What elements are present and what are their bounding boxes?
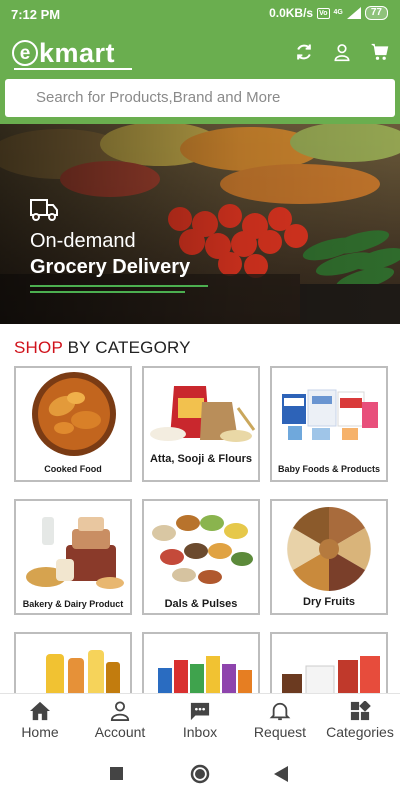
- category-tile-oils[interactable]: [14, 632, 132, 702]
- banner-underline: [30, 285, 208, 287]
- category-tile-baby-foods[interactable]: Baby Foods & Products: [270, 366, 388, 482]
- logo-wordmark: kmart: [39, 38, 116, 68]
- snacks-image: [282, 656, 380, 700]
- banner-line-1: On-demand: [30, 230, 136, 252]
- bottom-navigation: Home Account Inbox Request Categories: [0, 693, 400, 748]
- grid-icon: [350, 701, 371, 721]
- nav-label: Home: [21, 724, 59, 740]
- banner-underline: [30, 291, 185, 293]
- category-label: Dals & Pulses: [164, 598, 238, 610]
- category-label: Atta, Sooji & Flours: [149, 453, 253, 465]
- category-tile-bakery-dairy[interactable]: Bakery & Dairy Product: [14, 499, 132, 615]
- category-label: Baby Foods & Products: [277, 464, 380, 474]
- category-tile-dry-fruits[interactable]: Dry Fruits: [270, 499, 388, 615]
- system-navigation-bar: [0, 747, 400, 800]
- recent-apps-icon[interactable]: [110, 767, 123, 780]
- account-icon[interactable]: [332, 42, 352, 62]
- search-area: Search for Products,Brand and More: [0, 78, 400, 124]
- nav-label: Request: [253, 724, 307, 740]
- oil-bottles-image: [46, 650, 120, 700]
- section-title-text: BY CATEGORY: [62, 338, 191, 357]
- logo-e-mark: e: [12, 40, 38, 66]
- banner-line-2: Grocery Delivery: [30, 256, 191, 278]
- dals-image: [152, 515, 253, 584]
- category-tile-cooked-food[interactable]: Cooked Food: [14, 366, 132, 482]
- chat-icon: [190, 702, 210, 721]
- nav-label: Inbox: [182, 724, 218, 740]
- cart-icon[interactable]: [370, 42, 390, 62]
- logo-underline: [14, 68, 132, 70]
- signal-icon: [346, 7, 361, 19]
- category-tile-atta-sooji-flours[interactable]: Atta, Sooji & Flours: [142, 366, 260, 482]
- home-icon: [30, 701, 50, 721]
- nav-item-account[interactable]: Account: [80, 694, 160, 748]
- volte-badge: Vo: [317, 7, 330, 19]
- nav-label: Categories: [326, 724, 394, 740]
- bell-icon: [269, 702, 291, 721]
- signal-label: 4G: [333, 9, 343, 16]
- nav-item-categories[interactable]: Categories: [320, 694, 400, 748]
- status-time: 7:12 PM: [11, 7, 61, 22]
- ekmart-logo[interactable]: e kmart: [12, 38, 116, 68]
- category-label: Bakery & Dairy Product: [22, 599, 124, 609]
- nav-label: Account: [94, 724, 146, 740]
- account-icon: [110, 701, 130, 721]
- promo-banner[interactable]: [0, 124, 400, 324]
- category-tile-snacks[interactable]: [270, 632, 388, 702]
- header-actions: [294, 42, 390, 62]
- banner-produce-image: [0, 124, 400, 324]
- home-button-icon[interactable]: [190, 764, 210, 784]
- category-tile-dals-pulses[interactable]: Dals & Pulses: [142, 499, 260, 615]
- household-image: [158, 656, 252, 700]
- network-speed: 0.0KB/s: [269, 6, 314, 20]
- battery-level: 77: [364, 6, 388, 20]
- category-tile-household[interactable]: [142, 632, 260, 702]
- nav-item-request[interactable]: Request: [240, 694, 320, 748]
- bakery-image: [26, 517, 124, 589]
- status-icons: 0.0KB/s Vo 4G 77: [269, 6, 388, 20]
- section-title-accent: SHOP: [14, 338, 63, 357]
- search-input[interactable]: Search for Products,Brand and More: [5, 79, 395, 117]
- category-label: Dry Fruits: [303, 596, 355, 608]
- refresh-icon[interactable]: [294, 42, 314, 62]
- nav-item-home[interactable]: Home: [0, 694, 80, 748]
- category-label: Cooked Food: [44, 464, 102, 474]
- nav-item-inbox[interactable]: Inbox: [160, 694, 240, 748]
- delivery-truck-icon: [30, 199, 58, 221]
- section-title: SHOP BY CATEGORY: [14, 338, 191, 358]
- status-bar: 7:12 PM 0.0KB/s Vo 4G 77: [0, 0, 400, 28]
- back-icon[interactable]: [274, 766, 288, 782]
- app-bar: e kmart: [0, 28, 400, 78]
